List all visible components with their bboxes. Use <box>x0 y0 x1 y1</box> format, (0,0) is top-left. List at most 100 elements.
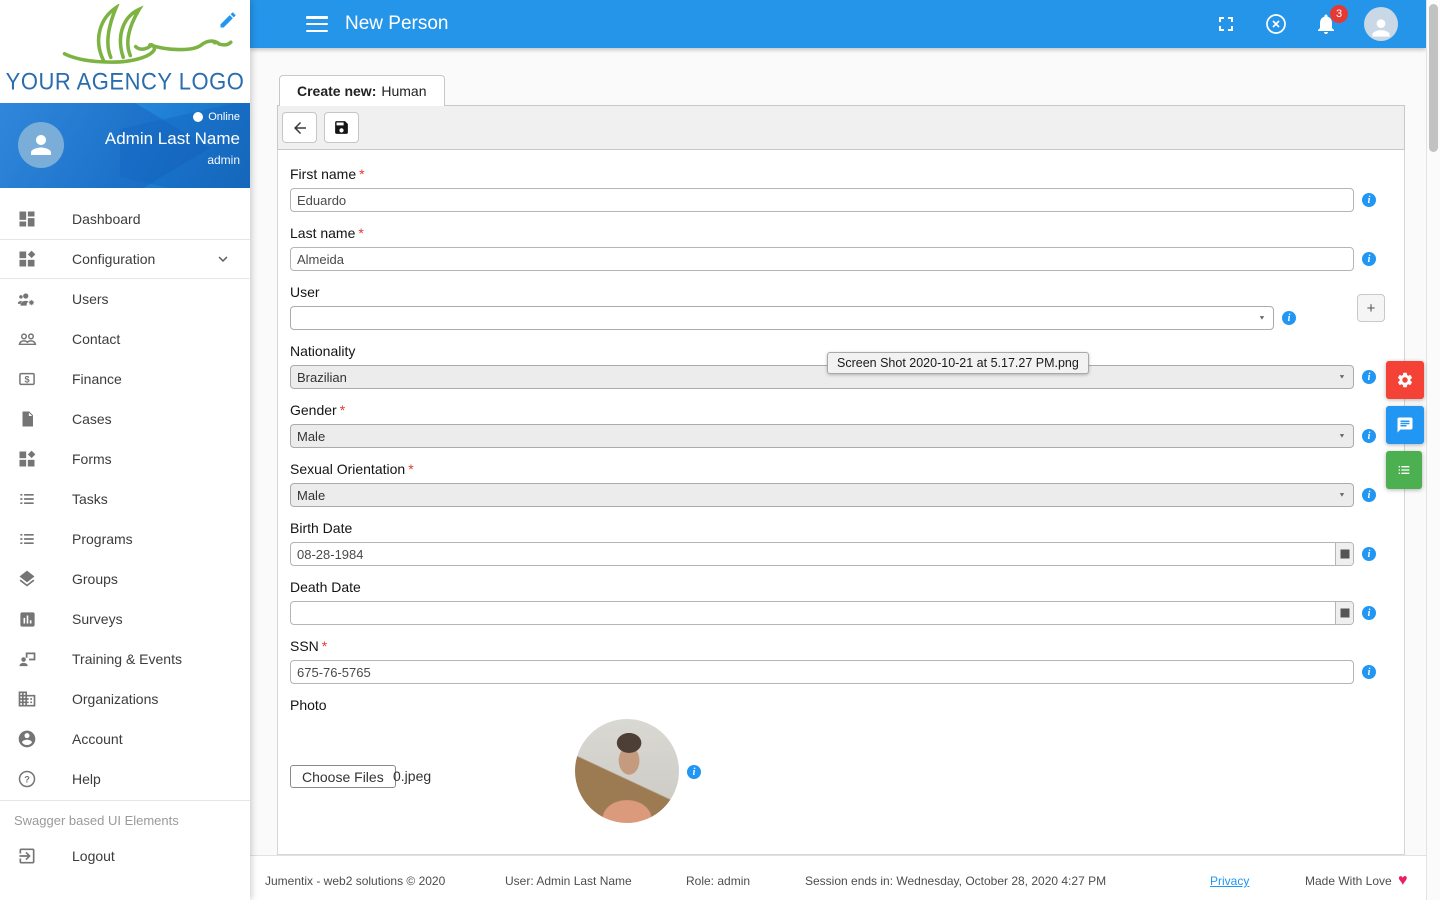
info-icon[interactable] <box>687 765 701 779</box>
sexual-orientation-select-value: Male <box>297 487 326 503</box>
choose-files-button[interactable]: Choose Files <box>290 765 396 788</box>
info-icon[interactable] <box>1362 488 1376 502</box>
sidebar-item-tasks[interactable]: Tasks <box>0 479 250 519</box>
birth-date-input[interactable] <box>290 542 1354 566</box>
tab-bar: Create new: Human <box>277 75 1405 106</box>
back-arrow-icon <box>293 121 306 134</box>
footer-made-with-love: Made With Love <box>1305 874 1392 888</box>
scrollbar-thumb[interactable] <box>1429 4 1438 152</box>
profile-name: Admin Last Name <box>104 129 240 148</box>
sidebar-item-programs[interactable]: Programs <box>0 519 250 559</box>
tab-label-type: Human <box>381 83 427 99</box>
info-icon[interactable] <box>1362 370 1376 384</box>
training-events-icon <box>16 648 38 670</box>
filename-tooltip: Screen Shot 2020-10-21 at 5.17.27 PM.png <box>827 352 1089 374</box>
form-toolbar <box>277 105 1405 150</box>
sidebar-item-label: Account <box>72 731 123 747</box>
privacy-link[interactable]: Privacy <box>1210 874 1249 888</box>
sidebar-item-label: Help <box>72 771 101 787</box>
required-asterisk: * <box>408 461 414 477</box>
sidebar-item-label: Organizations <box>72 691 159 707</box>
fullscreen-icon[interactable] <box>1214 12 1238 36</box>
help-icon: ? <box>16 768 38 790</box>
field-label: User <box>290 284 320 300</box>
sidebar-item-contact[interactable]: Contact <box>0 319 250 359</box>
gender-select-value: Male <box>297 428 326 444</box>
account-icon <box>16 728 38 750</box>
required-asterisk: * <box>321 638 328 654</box>
field-label: Death Date <box>290 579 361 595</box>
cases-icon <box>16 408 38 430</box>
sidebar-item-dashboard[interactable]: Dashboard <box>0 199 250 239</box>
profile-avatar-icon <box>18 122 64 168</box>
selected-file-name: 0.jpeg <box>393 768 432 784</box>
svg-text:$: $ <box>24 374 29 384</box>
sidebar-item-training-events[interactable]: Training & Events <box>0 639 250 679</box>
tab-create-new-human[interactable]: Create new: Human <box>279 75 445 106</box>
agency-logo: YOUR AGENCY LOGO <box>0 0 250 103</box>
sidebar-item-forms[interactable]: Forms <box>0 439 250 479</box>
info-icon[interactable] <box>1362 429 1376 443</box>
info-icon[interactable] <box>1362 252 1376 266</box>
field-label: Sexual Orientation <box>290 461 406 477</box>
sidebar-item-users[interactable]: Users <box>0 279 250 319</box>
required-asterisk: * <box>359 166 365 182</box>
settings-fab-button[interactable] <box>1386 361 1424 399</box>
configuration-icon <box>16 248 38 270</box>
sidebar-item-cases[interactable]: Cases <box>0 399 250 439</box>
close-circle-icon[interactable] <box>1264 12 1288 36</box>
gender-select[interactable]: Male <box>290 424 1354 448</box>
sidebar-item-help[interactable]: ? Help <box>0 759 250 799</box>
sidebar-item-surveys[interactable]: Surveys <box>0 599 250 639</box>
calendar-icon[interactable] <box>1335 543 1353 565</box>
sidebar-item-configuration[interactable]: Configuration <box>0 239 250 279</box>
field-ssn: SSN * <box>290 638 1392 684</box>
floating-action-buttons <box>1386 361 1424 489</box>
status-badge: Online <box>193 111 240 123</box>
ssn-input[interactable] <box>290 660 1354 684</box>
tab-label-bold: Create new: <box>297 83 377 99</box>
sidebar-item-label: Programs <box>72 531 133 547</box>
organizations-icon <box>16 688 38 710</box>
notifications-bell-icon[interactable]: 3 <box>1314 5 1348 36</box>
info-icon[interactable] <box>1282 311 1296 325</box>
programs-icon <box>16 528 38 550</box>
first-name-input[interactable] <box>290 188 1354 212</box>
sexual-orientation-select[interactable]: Male <box>290 483 1354 507</box>
user-select[interactable] <box>290 306 1274 330</box>
info-icon[interactable] <box>1362 193 1376 207</box>
page-scrollbar <box>1426 0 1440 900</box>
person-photo <box>575 719 679 823</box>
groups-icon <box>16 568 38 590</box>
sidebar-item-label: Contact <box>72 331 121 347</box>
back-button[interactable] <box>282 112 317 143</box>
list-fab-button[interactable] <box>1386 451 1422 489</box>
logo-text: YOUR AGENCY LOGO <box>5 67 245 95</box>
info-icon[interactable] <box>1362 606 1376 620</box>
save-button[interactable] <box>324 112 359 143</box>
user-avatar-icon[interactable] <box>1364 7 1398 41</box>
nationality-select[interactable]: Brazilian <box>290 365 1354 389</box>
sidebar-item-groups[interactable]: Groups <box>0 559 250 599</box>
online-status-label: Online <box>208 111 240 123</box>
edit-pencil-icon[interactable] <box>218 10 238 30</box>
field-label: First name <box>290 166 357 182</box>
hamburger-menu-icon[interactable] <box>306 16 328 32</box>
info-icon[interactable] <box>1362 547 1376 561</box>
add-user-button[interactable]: + <box>1357 294 1385 322</box>
sidebar-item-account[interactable]: Account <box>0 719 250 759</box>
death-date-input[interactable] <box>290 601 1354 625</box>
calendar-icon[interactable] <box>1335 602 1353 624</box>
online-dot-icon <box>193 112 204 122</box>
info-icon[interactable] <box>1362 665 1376 679</box>
chat-fab-button[interactable] <box>1386 406 1424 444</box>
sidebar-item-logout[interactable]: Logout <box>0 836 250 876</box>
footer-copyright: Jumentix - web2 solutions © 2020 <box>265 874 446 888</box>
footer-user: User: Admin Last Name <box>505 874 632 888</box>
last-name-input[interactable] <box>290 247 1354 271</box>
field-first-name: First name * <box>290 166 1392 212</box>
sidebar-item-organizations[interactable]: Organizations <box>0 679 250 719</box>
sidebar-item-finance[interactable]: $ Finance <box>0 359 250 399</box>
logout-icon <box>16 845 38 867</box>
svg-text:?: ? <box>24 774 30 784</box>
